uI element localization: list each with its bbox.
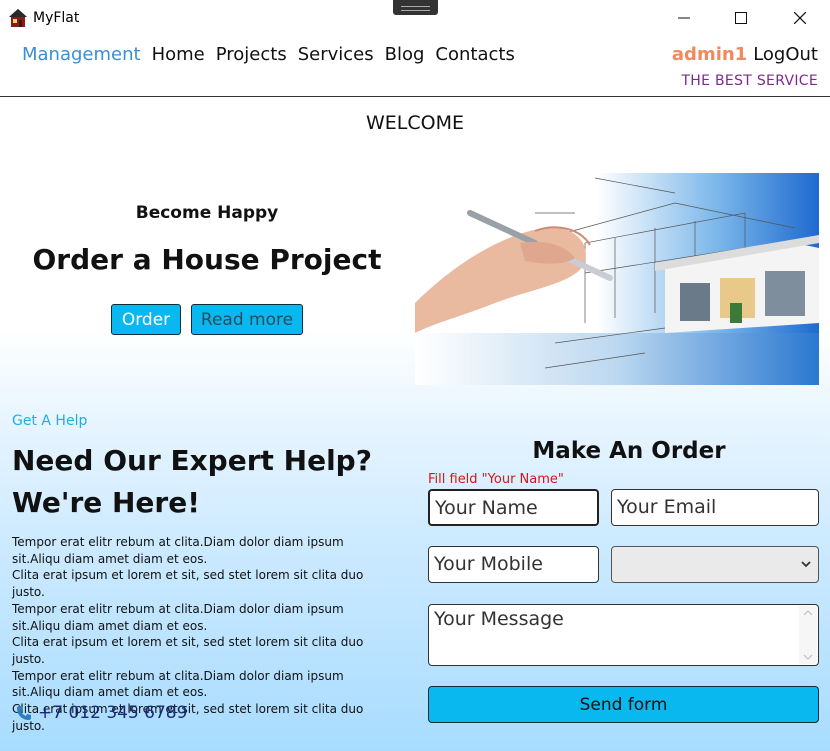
service-select[interactable] bbox=[611, 546, 819, 583]
user-area: admin1 LogOut bbox=[672, 44, 818, 65]
send-form-button[interactable]: Send form bbox=[428, 686, 819, 723]
help-paragraph: Clita erat ipsum et lorem et sit, sed st… bbox=[12, 635, 364, 666]
nav-item-blog[interactable]: Blog bbox=[385, 44, 425, 65]
main-nav: Management Home Projects Services Blog C… bbox=[22, 44, 515, 65]
username: admin1 bbox=[671, 44, 748, 65]
nav-item-projects[interactable]: Projects bbox=[216, 44, 287, 65]
maximize-icon bbox=[735, 12, 747, 24]
help-paragraph: Tempor erat elitr rebum at clita.Diam do… bbox=[12, 601, 344, 633]
logout-link[interactable]: LogOut bbox=[753, 44, 818, 65]
help-paragraph: Tempor erat elitr rebum at clita.Diam do… bbox=[12, 535, 344, 566]
mobile-placeholder: Your Mobile bbox=[434, 553, 543, 575]
nav-item-home[interactable]: Home bbox=[152, 44, 205, 65]
hero-subtitle: Become Happy bbox=[135, 203, 279, 223]
phone-contact: +7 012 345 6789 bbox=[16, 703, 187, 723]
name-input[interactable]: Your Name bbox=[428, 489, 599, 526]
read-more-button[interactable]: Read more bbox=[191, 304, 303, 335]
message-placeholder: Your Message bbox=[434, 608, 564, 630]
email-placeholder: Your Email bbox=[617, 496, 717, 518]
house-app-icon bbox=[9, 9, 27, 27]
nav-item-contacts[interactable]: Contacts bbox=[435, 44, 514, 65]
phone-icon bbox=[17, 706, 31, 720]
phone-number[interactable]: +7 012 345 6789 bbox=[38, 703, 187, 723]
minimize-icon bbox=[678, 17, 690, 19]
hero-title: Order a House Project bbox=[32, 243, 382, 276]
maximize-button[interactable] bbox=[711, 0, 771, 36]
nav-item-management[interactable]: Management bbox=[22, 44, 141, 65]
drag-handle[interactable] bbox=[393, 0, 438, 15]
help-paragraph: Clita erat ipsum et lorem et sit, sed st… bbox=[12, 568, 364, 600]
close-button[interactable] bbox=[770, 0, 830, 36]
house-sketch-image bbox=[415, 173, 819, 385]
help-title-line-2: We're Here! bbox=[12, 486, 200, 519]
minimize-button[interactable] bbox=[654, 0, 714, 36]
header-divider bbox=[0, 96, 830, 97]
close-icon bbox=[794, 12, 806, 24]
form-error-message: Fill field "Your Name" bbox=[428, 472, 564, 487]
message-textarea[interactable]: Your Message bbox=[428, 604, 819, 666]
order-button[interactable]: Order bbox=[111, 304, 181, 335]
welcome-heading: WELCOME bbox=[366, 112, 464, 134]
nav-item-services[interactable]: Services bbox=[298, 44, 374, 65]
chevron-down-icon bbox=[801, 561, 811, 568]
help-title: Need Our Expert Help? We're Here! bbox=[12, 440, 392, 524]
name-placeholder: Your Name bbox=[435, 497, 538, 519]
help-title-line-1: Need Our Expert Help? bbox=[12, 444, 372, 477]
help-paragraph: Tempor erat elitr rebum at clita.Diam do… bbox=[12, 668, 344, 700]
mobile-input[interactable]: Your Mobile bbox=[428, 546, 599, 583]
email-input[interactable]: Your Email bbox=[611, 489, 819, 526]
order-form-title: Make An Order bbox=[532, 438, 726, 464]
textarea-scrollbar[interactable] bbox=[799, 606, 817, 664]
tagline: THE BEST SERVICE bbox=[681, 73, 818, 89]
help-kicker: Get A Help bbox=[12, 413, 88, 429]
window-title: MyFlat bbox=[33, 10, 80, 26]
title-bar: MyFlat bbox=[0, 0, 830, 38]
